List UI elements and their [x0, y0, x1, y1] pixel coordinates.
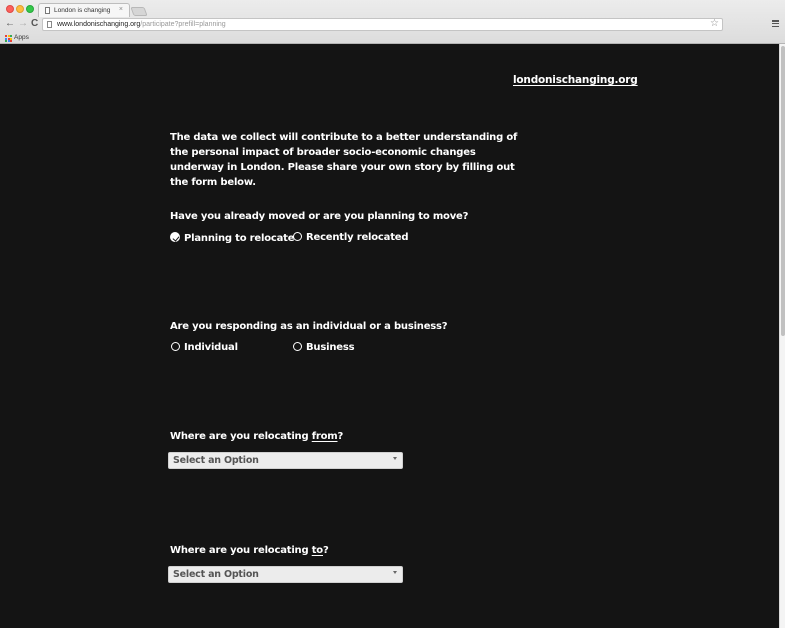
minimize-window-button[interactable]	[16, 5, 24, 13]
site-home-link[interactable]: londonischanging.org	[513, 74, 638, 86]
question-respondent-type: Are you responding as an individual or a…	[170, 321, 448, 332]
url-text[interactable]: www.londonischanging.org/participate?pre…	[57, 21, 226, 28]
relocating-to-select[interactable]: Select an Option	[168, 566, 403, 583]
browser-menu-icon[interactable]	[772, 20, 779, 28]
scrollbar-thumb[interactable]	[781, 46, 785, 336]
question-suffix: ?	[322, 545, 329, 556]
relocating-from-select[interactable]: Select an Option	[168, 452, 403, 469]
radio-circle-icon[interactable]	[171, 342, 180, 351]
apps-grid-icon[interactable]	[5, 35, 12, 42]
back-arrow-icon[interactable]: ←	[5, 19, 15, 29]
radio-label: Planning to relocate	[184, 233, 295, 244]
radio-recently-relocated[interactable]: Recently relocated	[293, 232, 409, 243]
reload-icon[interactable]: C	[31, 19, 38, 29]
question-move-status: Have you already moved or are you planni…	[170, 211, 469, 222]
question-text: Where are you relocating	[170, 545, 312, 556]
radio-individual[interactable]: Individual	[171, 342, 238, 353]
intro-text: The data we collect will contribute to a…	[170, 132, 518, 188]
bookmark-star-icon[interactable]: ☆	[710, 18, 719, 29]
address-bar[interactable]: www.londonischanging.org/participate?pre…	[42, 18, 723, 31]
page-icon	[47, 21, 52, 28]
radio-label: Business	[306, 342, 355, 353]
radio-label: Recently relocated	[306, 232, 409, 243]
radio-circle-icon[interactable]	[293, 232, 302, 241]
bookmarks-bar: Apps	[0, 33, 785, 44]
radio-business[interactable]: Business	[293, 342, 355, 353]
new-tab-button[interactable]	[130, 7, 148, 16]
maximize-window-button[interactable]	[26, 5, 34, 13]
page-content: londonischanging.org The data we collect…	[0, 44, 779, 628]
url-path: /participate?prefill=planning	[140, 21, 226, 28]
dropdown-arrow-icon[interactable]	[393, 571, 397, 574]
select-value: Select an Option	[173, 569, 259, 580]
radio-label: Individual	[184, 342, 238, 353]
radio-planning-to-relocate[interactable]: Planning to relocate	[170, 232, 295, 244]
url-host: www.londonischanging.org	[57, 21, 141, 28]
bookmark-apps[interactable]: Apps	[14, 34, 29, 41]
question-relocating-to: Where are you relocating to?	[170, 545, 329, 556]
page-icon	[45, 7, 50, 14]
forward-arrow-icon[interactable]: →	[18, 19, 28, 29]
browser-tab[interactable]: London is changing ×	[38, 3, 130, 17]
tab-title: London is changing	[54, 7, 111, 14]
vertical-scrollbar[interactable]	[779, 44, 785, 628]
checked-radio-icon[interactable]	[170, 232, 180, 242]
tab-close-icon[interactable]: ×	[119, 6, 123, 13]
close-window-button[interactable]	[6, 5, 14, 13]
browser-chrome: London is changing × ← → C www.londonisc…	[0, 0, 785, 44]
question-suffix: ?	[337, 431, 344, 442]
question-relocating-from: Where are you relocating from?	[170, 431, 343, 442]
question-emphasis: to	[311, 545, 323, 556]
select-value: Select an Option	[173, 455, 259, 466]
radio-circle-icon[interactable]	[293, 342, 302, 351]
question-emphasis: from	[311, 431, 338, 442]
dropdown-arrow-icon[interactable]	[393, 457, 397, 460]
question-text: Where are you relocating	[170, 431, 312, 442]
